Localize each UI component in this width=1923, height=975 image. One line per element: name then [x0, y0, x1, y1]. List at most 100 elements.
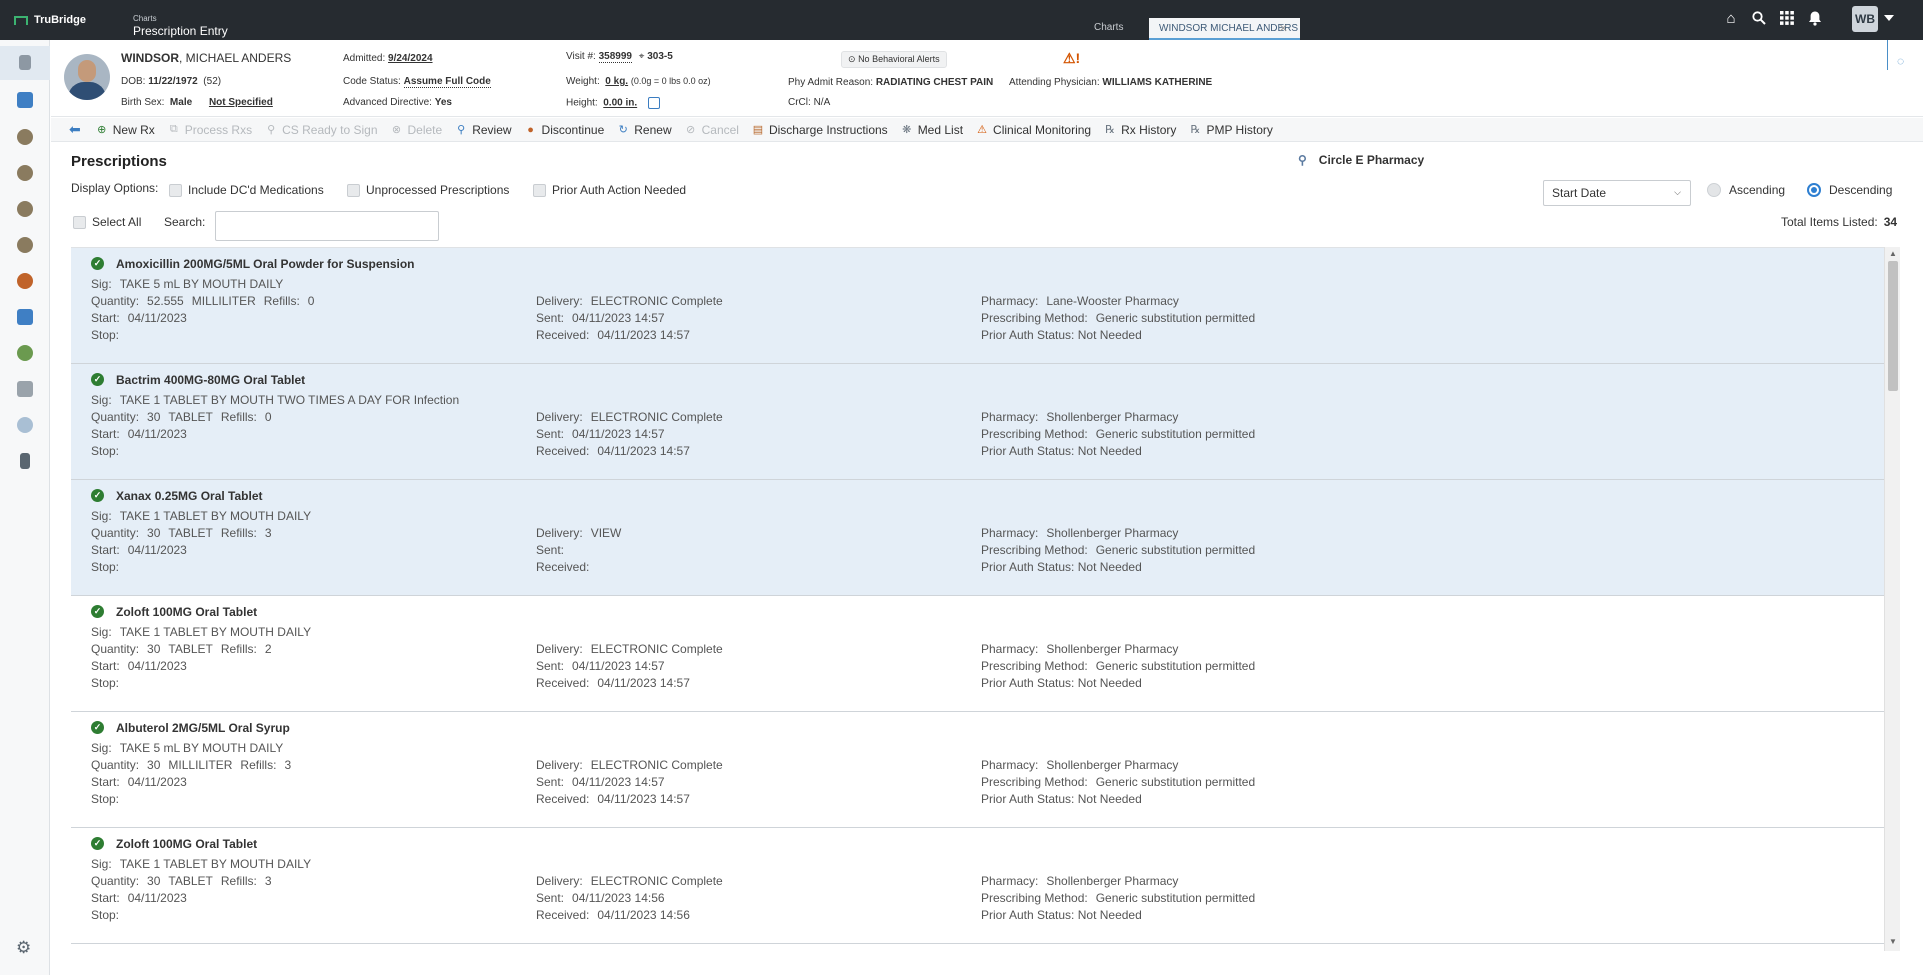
status-check-icon: ✓ [91, 257, 104, 270]
delete-button[interactable]: ⊗ Delete [391, 123, 442, 137]
quantity-field: Quantity: 30 TABLET Refills: 3 [91, 526, 272, 540]
rx-history-icon: ℞ [1105, 124, 1116, 136]
sig-field: Sig: TAKE 5 mL BY MOUTH DAILY [91, 741, 284, 755]
include-dc-checkbox[interactable]: Include DC'd Medications [169, 183, 324, 197]
delivery-field: Delivery: ELECTRONIC Complete [536, 410, 723, 424]
drug-name: Bactrim 400MG-80MG Oral Tablet [116, 373, 306, 387]
cs-ready-to-sign-button[interactable]: ⚲ CS Ready to Sign [265, 123, 377, 137]
checkbox-box[interactable] [73, 215, 86, 229]
delivery-field: Delivery: ELECTRONIC Complete [536, 294, 723, 308]
pharmacy-selector[interactable]: ⚲ Circle E Pharmacy [1298, 153, 1424, 167]
sig-field: Sig: TAKE 1 TABLET BY MOUTH DAILY [91, 509, 312, 523]
prescription-row[interactable]: ✓ Xanax 0.25MG Oral Tablet Sig: TAKE 1 TA… [71, 480, 1884, 596]
prescription-row[interactable]: ✓ Zoloft 100MG Oral Tablet Sig: TAKE 1 TA… [71, 596, 1884, 712]
checkbox-box[interactable] [533, 183, 546, 197]
received-field: Received: 04/11/2023 14:57 [536, 328, 690, 342]
rx-history-button[interactable]: ℞ Rx History [1104, 123, 1176, 137]
process-rxs-button[interactable]: ⧉ Process Rxs [168, 123, 252, 137]
chat-bubble-icon[interactable]: ◌ [1897, 54, 1904, 68]
pharmacy-search-icon[interactable]: ⚲ [1298, 153, 1307, 167]
user-menu-caret-icon[interactable] [1884, 15, 1894, 21]
scroll-up-icon[interactable]: ▲ [1889, 249, 1897, 258]
home-icon[interactable]: ⌂ [1723, 10, 1739, 27]
scroll-down-icon[interactable]: ▼ [1889, 937, 1897, 946]
back-arrow-icon[interactable]: ⬅ [69, 121, 81, 138]
scroll-thumb[interactable] [1888, 261, 1898, 391]
descending-radio[interactable]: Descending [1807, 183, 1892, 197]
prior-auth-checkbox[interactable]: Prior Auth Action Needed [533, 183, 686, 197]
checkbox-box[interactable] [169, 183, 182, 197]
pharmacy-field: Pharmacy: Lane-Wooster Pharmacy [981, 294, 1179, 308]
sig-field: Sig: TAKE 1 TABLET BY MOUTH TWO TIMES A D… [91, 393, 460, 407]
brand-logo[interactable]: TruBridge [14, 14, 86, 26]
documents-icon[interactable] [17, 381, 33, 397]
patient-icon[interactable] [17, 273, 33, 289]
staff-icon[interactable] [17, 237, 33, 253]
allergy-warning-icon[interactable]: ⚠! [1063, 50, 1080, 67]
med-list-button[interactable]: ❋ Med List [901, 123, 963, 137]
checkbox-box[interactable] [347, 183, 360, 197]
quantity-field: Quantity: 30 TABLET Refills: 3 [91, 874, 272, 888]
drug-name: Albuterol 2MG/5ML Oral Syrup [116, 721, 290, 735]
cancel-button[interactable]: ⊘ Cancel [685, 123, 739, 137]
prescription-row[interactable]: ✓ Bactrim 400MG-80MG Oral Tablet Sig: TAK… [71, 364, 1884, 480]
prescription-row[interactable]: ✓ Zoloft 100MG Oral Tablet Sig: TAKE 1 TA… [71, 828, 1884, 944]
stop-field: Stop: [91, 444, 120, 458]
tab-patient-label: WINDSOR MICHAEL ANDERS [1159, 23, 1299, 34]
new-rx-button[interactable]: ⊕ New Rx [96, 123, 155, 137]
prescription-row[interactable]: ✓ Albuterol 2MG/5ML Oral Syrup Sig: TAKE … [71, 712, 1884, 828]
behavioral-alert-badge[interactable]: ⊙ No Behavioral Alerts [841, 51, 947, 68]
prescribing-method-field: Prescribing Method: Generic substitution … [981, 543, 1256, 557]
prior-auth-field: Prior Auth Status: Not Needed [981, 328, 1142, 342]
close-tab-icon[interactable]: ✕ [1279, 22, 1288, 35]
nurse-icon[interactable] [17, 165, 33, 181]
clipboard-icon[interactable] [19, 55, 31, 70]
drug-name: Amoxicillin 200MG/5ML Oral Powder for Su… [116, 257, 415, 271]
drug-name: Zoloft 100MG Oral Tablet [116, 605, 258, 619]
list-scrollbar[interactable]: ▲ ▼ [1884, 247, 1900, 951]
sort-by-select[interactable]: Start Date ⌵ [1543, 180, 1691, 206]
ascending-radio[interactable]: Ascending [1707, 183, 1785, 197]
advance-directive-field: Advanced Directive: Yes [343, 97, 452, 108]
code-status-field: Code Status: Assume Full Code [343, 76, 491, 88]
device-icon[interactable] [20, 453, 30, 469]
user-avatar[interactable]: WB [1852, 6, 1878, 32]
search-icon[interactable] [1751, 10, 1767, 26]
clinical-monitoring-button[interactable]: ⚠ Clinical Monitoring [976, 123, 1091, 137]
weight-field: Weight: 0 kg. (0.0g = 0 lbs 0.0 oz) [566, 76, 711, 87]
tab-patient[interactable]: WINDSOR MICHAEL ANDERS ✕ [1149, 18, 1300, 40]
pharmacy-field: Pharmacy: Shollenberger Pharmacy [981, 758, 1179, 772]
renew-button[interactable]: ↻ Renew [617, 123, 672, 137]
settings-gear-icon[interactable]: ⚙ [16, 938, 31, 958]
radio-button[interactable] [1707, 183, 1721, 197]
sent-field: Sent: 04/11/2023 14:57 [536, 659, 665, 673]
chart-icon[interactable] [17, 92, 33, 108]
gender-identity-link[interactable]: Not Specified [209, 97, 273, 108]
provider-icon[interactable] [17, 129, 33, 145]
search-input[interactable] [215, 211, 439, 241]
messages-icon[interactable] [17, 417, 33, 433]
care-team-icon[interactable] [17, 201, 33, 217]
start-field: Start: 04/11/2023 [91, 427, 187, 441]
pmp-history-button[interactable]: ℞ PMP History [1189, 123, 1273, 137]
breadcrumb-parent[interactable]: Charts [133, 14, 228, 23]
prescriptions-panel: Prescriptions ⚲ Circle E Pharmacy Displa… [51, 143, 1923, 975]
lab-icon[interactable] [17, 345, 33, 361]
image-icon[interactable] [17, 309, 33, 325]
prescription-row-partial[interactable]: Amoxicillin 200MG/5ML Oral Powder for Su… [91, 949, 1884, 951]
quantity-field: Quantity: 52.555 MILLILITER Refills: 0 [91, 294, 315, 308]
tab-charts[interactable]: Charts [1094, 22, 1123, 33]
sig-field: Sig: TAKE 1 TABLET BY MOUTH DAILY [91, 857, 312, 871]
discontinue-button[interactable]: ● Discontinue [525, 123, 604, 137]
prescription-row[interactable]: ✓ Amoxicillin 200MG/5ML Oral Powder for … [71, 248, 1884, 364]
prior-auth-field: Prior Auth Status: Not Needed [981, 908, 1142, 922]
edit-measurements-icon[interactable] [647, 97, 660, 109]
review-button[interactable]: ⚲ Review [455, 123, 511, 137]
radio-button-selected[interactable] [1807, 183, 1821, 197]
apps-grid-icon[interactable] [1779, 10, 1795, 26]
discharge-instructions-button[interactable]: ▤ Discharge Instructions [752, 123, 888, 137]
notifications-bell-icon[interactable] [1807, 10, 1823, 26]
select-all-checkbox[interactable]: Select All [73, 215, 141, 229]
right-panel-divider [1887, 40, 1888, 70]
unprocessed-checkbox[interactable]: Unprocessed Prescriptions [347, 183, 509, 197]
